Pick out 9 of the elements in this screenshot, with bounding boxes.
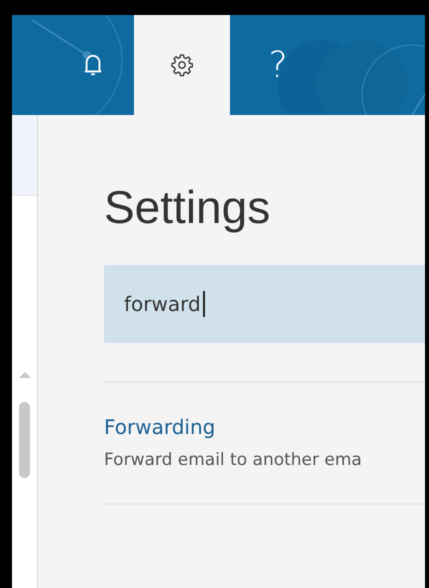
settings-title: Settings xyxy=(104,180,272,235)
search-field[interactable]: forward xyxy=(104,265,425,343)
result-link[interactable]: Forwarding xyxy=(104,413,425,441)
bell-icon xyxy=(82,52,104,78)
scrollbar-thumb[interactable] xyxy=(19,402,30,478)
result-description: Forward email to another ema xyxy=(104,449,363,472)
settings-icon xyxy=(170,53,194,77)
settings-tab[interactable] xyxy=(134,15,230,115)
scroll-up-icon[interactable] xyxy=(18,372,30,378)
